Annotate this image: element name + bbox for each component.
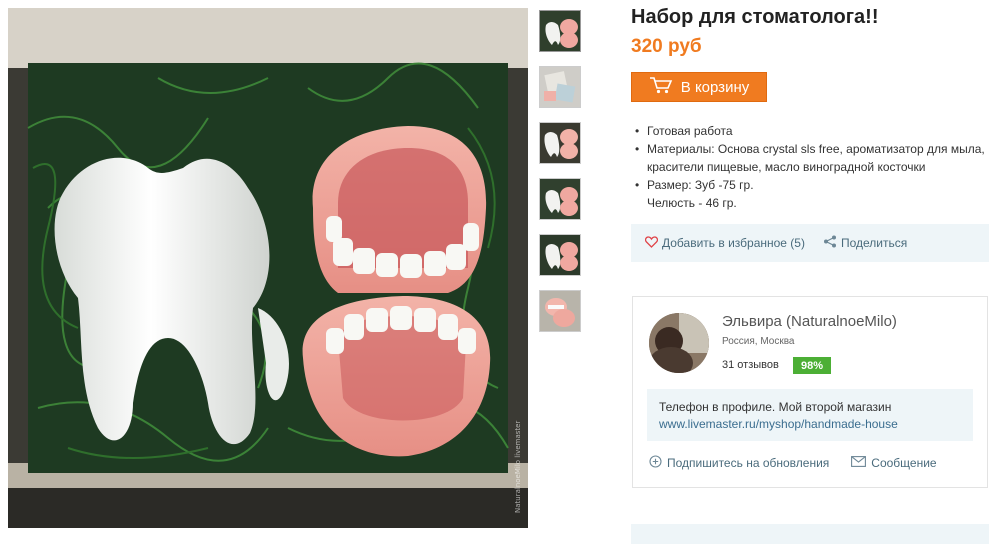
thumbnail-2[interactable] (539, 66, 581, 108)
message-link[interactable]: Сообщение (851, 455, 937, 471)
seller-actions: Подпишитесь на обновления Сообщение (649, 455, 937, 471)
product-price: 320 руб (631, 36, 702, 57)
favorite-share-bar: Добавить в избранное (5) Поделиться (631, 224, 989, 262)
thumbnail-6[interactable] (539, 290, 581, 332)
spec-item: Материалы: Основа crystal sls free, аром… (635, 140, 993, 176)
avatar[interactable] (649, 313, 709, 373)
second-shop-link[interactable]: www.livemaster.ru/myshop/handmade-house (659, 416, 961, 433)
thumbnail-4[interactable] (539, 178, 581, 220)
rating-badge: 98% (793, 357, 831, 374)
envelope-icon (851, 456, 867, 470)
thumbnail-3[interactable] (539, 122, 581, 164)
plus-circle-icon (649, 455, 662, 471)
spec-item: Размер: Зуб -75 гр. Челюсть - 46 гр. (635, 176, 993, 212)
add-to-cart-button[interactable]: В корзину (631, 72, 767, 102)
product-title: Набор для стоматолога!! (631, 6, 879, 28)
subscribe-link[interactable]: Подпишитесь на обновления (649, 455, 829, 471)
seller-note-text: Телефон в профиле. Мой второй магазин (659, 400, 892, 414)
cart-icon (649, 76, 673, 98)
heart-icon (644, 235, 659, 251)
seller-note: Телефон в профиле. Мой второй магазин ww… (647, 389, 973, 441)
product-photo[interactable]: NaturalnoeMilo livemaster (8, 8, 528, 528)
seller-card: Эльвира (NaturalnoeMilo) Россия, Москва … (632, 296, 988, 488)
share-link[interactable]: Поделиться (823, 235, 907, 251)
product-specs: Готовая работа Материалы: Основа crystal… (633, 122, 993, 212)
add-to-favorites-label: Добавить в избранное (5) (662, 236, 805, 250)
share-icon (823, 235, 837, 251)
message-label: Сообщение (871, 456, 937, 470)
thumbnail-1[interactable] (539, 10, 581, 52)
photo-watermark: NaturalnoeMilo livemaster (514, 421, 522, 513)
spec-size: Размер: Зуб -75 гр. (647, 178, 754, 192)
spec-size-continuation: Челюсть - 46 гр. (647, 196, 737, 210)
seller-name[interactable]: Эльвира (NaturalnoeMilo) (722, 313, 897, 330)
thumbnail-5[interactable] (539, 234, 581, 276)
seller-reviews-link[interactable]: 31 отзывов (722, 359, 779, 371)
spec-item: Готовая работа (635, 122, 993, 140)
thumbnail-strip (539, 10, 581, 346)
share-label: Поделиться (840, 236, 908, 250)
seller-location: Россия, Москва (722, 336, 795, 347)
subscribe-label: Подпишитесь на обновления (667, 456, 830, 470)
add-to-favorites-link[interactable]: Добавить в избранное (5) (644, 235, 805, 251)
add-to-cart-label: В корзину (680, 78, 750, 96)
next-panel (631, 524, 989, 544)
